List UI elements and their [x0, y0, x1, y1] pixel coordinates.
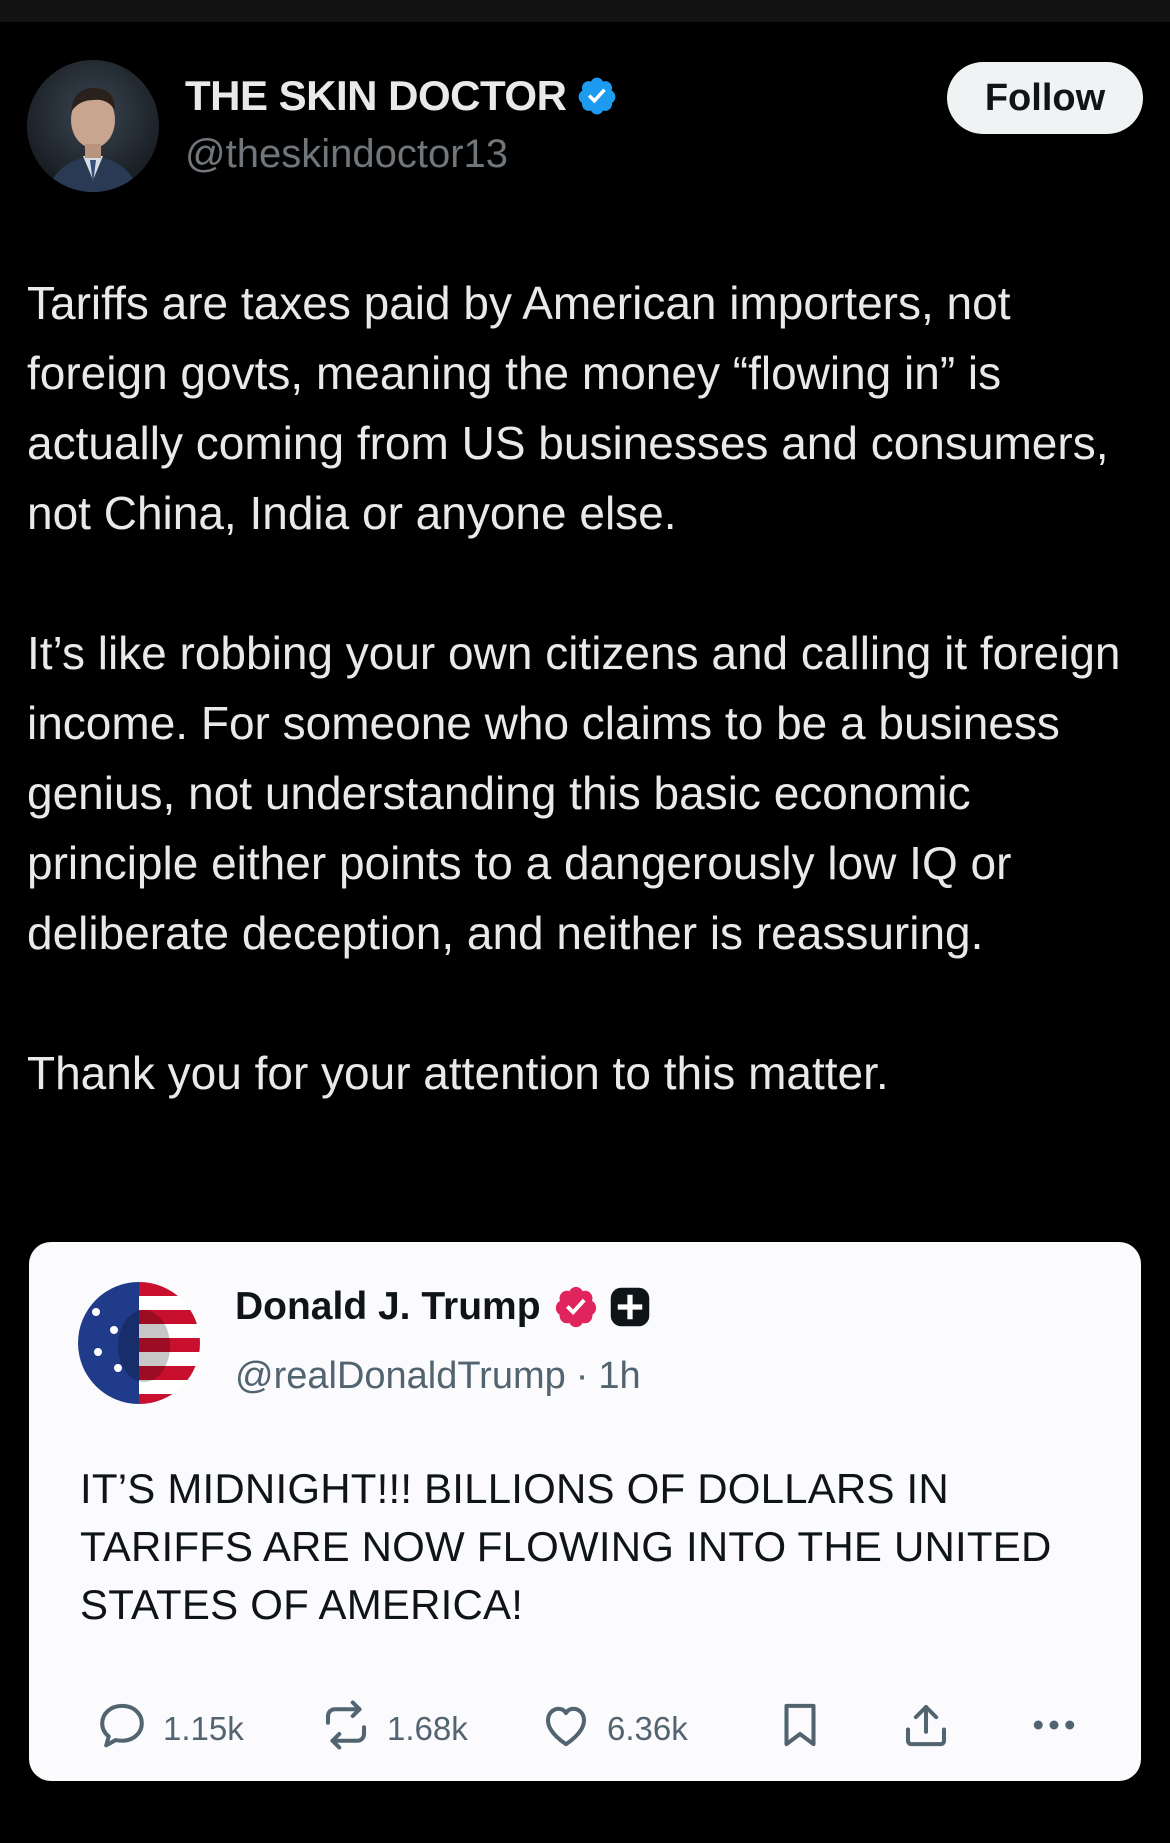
share-button[interactable]	[899, 1694, 953, 1764]
action-bar: 1.15k 1.68k 6.36k	[29, 1694, 1141, 1764]
quoted-timestamp[interactable]: 1h	[598, 1355, 640, 1398]
like-icon	[539, 1698, 593, 1760]
post-header: THE SKIN DOCTOR @theskindoctor13 Follow	[27, 60, 1143, 196]
post-paragraph: Thank you for your attention to this mat…	[27, 1047, 889, 1099]
quoted-post-text: IT’S MIDNIGHT!!! BILLIONS OF DOLLARS IN …	[80, 1465, 1052, 1628]
like-count: 6.36k	[607, 1710, 688, 1747]
plus-badge-icon	[609, 1286, 651, 1328]
reply-button[interactable]: 1.15k	[95, 1694, 244, 1764]
more-icon	[1027, 1698, 1081, 1760]
repost-button[interactable]: 1.68k	[319, 1694, 468, 1764]
author-handle[interactable]: @theskindoctor13	[185, 132, 508, 177]
verified-badge-icon	[576, 75, 618, 117]
repost-icon	[319, 1698, 373, 1760]
author-name-row: THE SKIN DOCTOR	[185, 72, 618, 120]
quoted-name-row: Donald J. Trump	[235, 1284, 651, 1330]
quoted-handle[interactable]: @realDonaldTrump	[235, 1355, 566, 1398]
verified-badge-icon	[553, 1284, 599, 1330]
quoted-meta: @realDonaldTrump · 1h	[235, 1355, 641, 1398]
more-options-button[interactable]	[1027, 1694, 1081, 1764]
like-button[interactable]: 6.36k	[539, 1694, 688, 1764]
quoted-avatar[interactable]	[78, 1282, 200, 1404]
post-paragraph: It’s like robbing your own citizens and …	[27, 627, 1121, 959]
follow-button[interactable]: Follow	[947, 62, 1143, 134]
status-bar	[0, 0, 1170, 22]
post-body: Tariffs are taxes paid by American impor…	[27, 268, 1147, 1108]
reply-count: 1.15k	[163, 1710, 244, 1747]
post-paragraph: Tariffs are taxes paid by American impor…	[27, 277, 1109, 539]
reply-icon	[95, 1698, 149, 1760]
bookmark-icon	[773, 1698, 827, 1760]
bookmark-button[interactable]	[773, 1694, 827, 1764]
quoted-post-card[interactable]: Donald J. Trump @realDonaldTrump · 1h IT…	[29, 1242, 1141, 1781]
author-display-name[interactable]: THE SKIN DOCTOR	[185, 72, 567, 120]
quoted-display-name[interactable]: Donald J. Trump	[235, 1285, 541, 1329]
repost-count: 1.68k	[387, 1710, 468, 1747]
meta-separator: ·	[575, 1355, 589, 1397]
share-icon	[899, 1698, 953, 1760]
avatar[interactable]	[27, 60, 159, 192]
